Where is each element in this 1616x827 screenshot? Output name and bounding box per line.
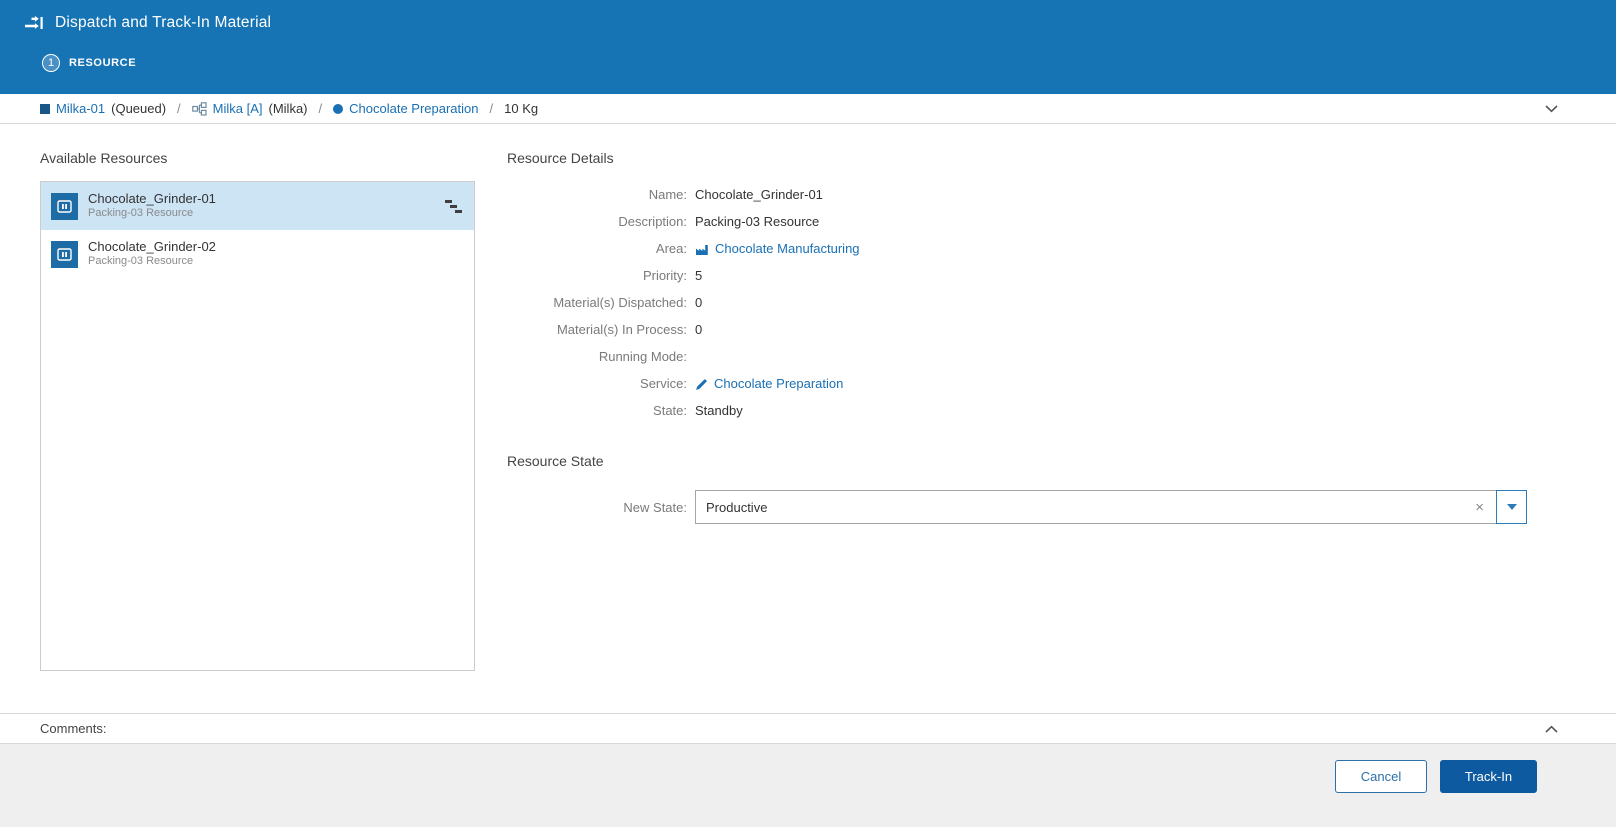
resource-description: Packing-03 Resource bbox=[88, 207, 194, 220]
service-icon bbox=[695, 378, 708, 391]
resource-list-item[interactable]: Chocolate_Grinder-02 Packing-03 Resource bbox=[41, 230, 474, 278]
breadcrumb-separator: / bbox=[318, 101, 323, 116]
detail-row-materials-dispatched: Material(s) Dispatched: 0 bbox=[507, 294, 1576, 312]
new-state-input-wrapper: × bbox=[695, 490, 1497, 524]
detail-label: Description: bbox=[618, 214, 687, 229]
detail-label: Running Mode: bbox=[598, 349, 687, 364]
detail-label: Material(s) Dispatched: bbox=[553, 295, 687, 310]
wizard-step-resource[interactable]: 1 RESOURCE bbox=[42, 54, 1592, 72]
main-content: Available Resources Chocolate_Grinder-01… bbox=[0, 124, 1616, 713]
service-link[interactable]: Chocolate Preparation bbox=[695, 375, 843, 393]
detail-row-service: Service: Chocolate Preparation bbox=[507, 375, 1576, 393]
detail-row-running-mode: Running Mode: bbox=[507, 348, 1576, 366]
new-state-combobox: × bbox=[695, 490, 1527, 524]
detail-value: Standby bbox=[695, 403, 743, 418]
available-resources-panel: Available Resources Chocolate_Grinder-01… bbox=[40, 150, 475, 713]
breadcrumb-flow-link[interactable]: Milka [A] bbox=[213, 101, 263, 116]
resource-state-title: Resource State bbox=[507, 453, 604, 469]
track-in-button[interactable]: Track-In bbox=[1440, 760, 1537, 793]
material-icon bbox=[40, 103, 50, 114]
cancel-button[interactable]: Cancel bbox=[1335, 760, 1427, 793]
step-number-badge: 1 bbox=[42, 54, 60, 72]
new-state-dropdown-button[interactable] bbox=[1496, 490, 1527, 524]
available-resources-title: Available Resources bbox=[40, 150, 168, 166]
resource-details-title: Resource Details bbox=[507, 150, 614, 166]
step-icon bbox=[333, 103, 344, 114]
detail-label: Material(s) In Process: bbox=[556, 322, 687, 337]
breadcrumb: Milka-01 (Queued) / Milka [A] (Milka) / … bbox=[0, 94, 1616, 124]
resource-name: Chocolate_Grinder-01 bbox=[88, 191, 216, 206]
new-state-label: New State: bbox=[623, 499, 687, 515]
detail-value: Chocolate_Grinder-01 bbox=[695, 187, 823, 202]
detail-row-description: Description: Packing-03 Resource bbox=[507, 213, 1576, 231]
resource-details-panel: Resource Details Name: Chocolate_Grinder… bbox=[507, 150, 1576, 713]
new-state-row: New State: × bbox=[507, 490, 1576, 524]
detail-row-priority: Priority: 5 bbox=[507, 267, 1576, 285]
page-title: Dispatch and Track-In Material bbox=[55, 14, 272, 31]
detail-value: Packing-03 Resource bbox=[695, 214, 820, 229]
new-state-input[interactable] bbox=[706, 499, 1472, 515]
breadcrumb-quantity: 10 Kg bbox=[504, 101, 539, 116]
resource-list: Chocolate_Grinder-01 Packing-03 Resource bbox=[40, 181, 475, 671]
chevron-down-icon[interactable] bbox=[1545, 104, 1558, 113]
chevron-up-icon[interactable] bbox=[1545, 725, 1558, 733]
detail-label: Name: bbox=[648, 187, 687, 202]
wizard-header: Dispatch and Track-In Material 1 RESOURC… bbox=[0, 0, 1616, 94]
breadcrumb-material-state: (Queued) bbox=[111, 101, 167, 116]
detail-row-state: State: Standby bbox=[507, 402, 1576, 420]
footer-actions: Cancel Track-In bbox=[0, 743, 1616, 827]
resource-icon bbox=[51, 192, 78, 220]
detail-label: Priority: bbox=[642, 268, 687, 283]
clear-icon[interactable]: × bbox=[1471, 500, 1488, 515]
caret-down-icon bbox=[1506, 504, 1517, 510]
detail-row-materials-in-process: Material(s) In Process: 0 bbox=[507, 321, 1576, 339]
comments-bar: Comments: bbox=[0, 713, 1616, 743]
detail-label: Area: bbox=[655, 241, 687, 256]
breadcrumb-flow-suffix: (Milka) bbox=[268, 101, 308, 116]
detail-row-area: Area: Chocolate Manufacturing bbox=[507, 240, 1576, 258]
detail-row-name: Name: Chocolate_Grinder-01 bbox=[507, 186, 1576, 204]
sub-steps-icon[interactable] bbox=[445, 199, 462, 214]
breadcrumb-separator: / bbox=[489, 101, 494, 116]
detail-value: 5 bbox=[695, 268, 703, 283]
resource-description: Packing-03 Resource bbox=[88, 255, 194, 268]
detail-label: State: bbox=[653, 403, 687, 418]
area-icon bbox=[695, 243, 709, 256]
detail-label: Service: bbox=[640, 376, 687, 391]
service-link-label: Chocolate Preparation bbox=[714, 376, 844, 391]
detail-value: 0 bbox=[695, 295, 703, 310]
breadcrumb-material-link[interactable]: Milka-01 bbox=[56, 101, 105, 116]
resource-name: Chocolate_Grinder-02 bbox=[88, 239, 216, 254]
dispatch-trackin-icon bbox=[24, 15, 44, 31]
comments-label: Comments: bbox=[40, 721, 107, 736]
area-link-label: Chocolate Manufacturing bbox=[715, 241, 860, 256]
breadcrumb-step-link[interactable]: Chocolate Preparation bbox=[349, 101, 478, 116]
detail-value: 0 bbox=[695, 322, 703, 337]
resource-list-item[interactable]: Chocolate_Grinder-01 Packing-03 Resource bbox=[41, 182, 474, 230]
step-label: RESOURCE bbox=[69, 57, 137, 69]
breadcrumb-separator: / bbox=[177, 101, 181, 116]
resource-icon bbox=[51, 240, 78, 268]
flow-icon bbox=[191, 101, 207, 116]
area-link[interactable]: Chocolate Manufacturing bbox=[695, 240, 860, 258]
